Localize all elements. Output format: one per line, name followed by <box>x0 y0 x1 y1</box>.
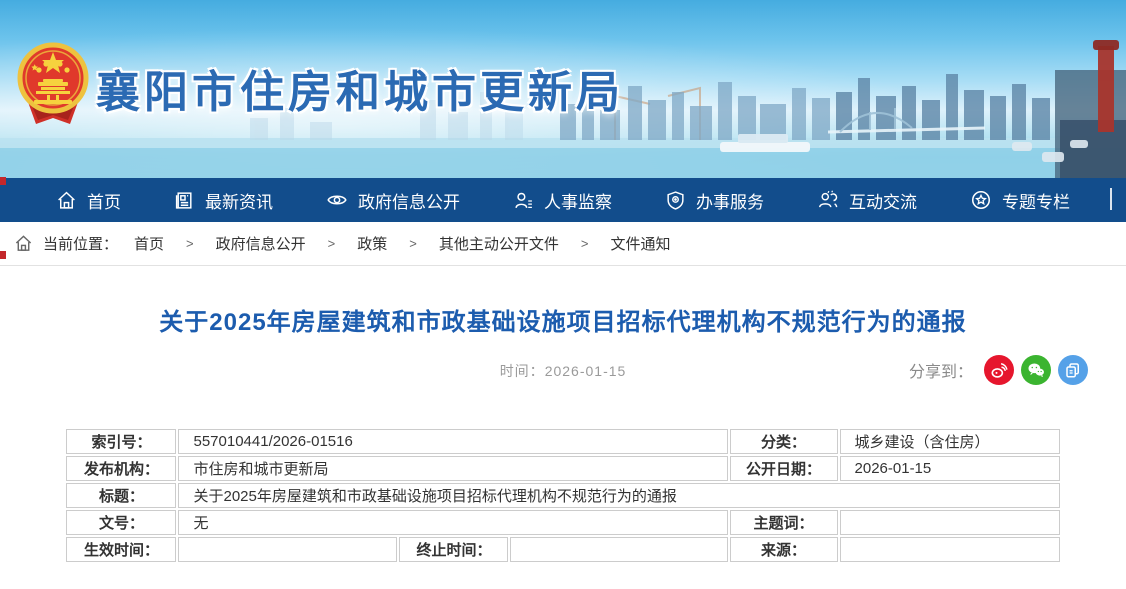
nav-label: 最新资讯 <box>205 188 273 213</box>
breadcrumb-separator: > <box>186 236 194 251</box>
effective-label: 生效时间： <box>66 537 176 562</box>
expiry-label: 终止时间： <box>399 537 508 562</box>
document-meta-table: 索引号： 557010441/2026-01516 分类： 城乡建设（含住房） … <box>64 427 1061 564</box>
keywords-label: 主题词： <box>730 510 838 535</box>
shield-icon <box>665 190 686 211</box>
keywords-value <box>840 510 1060 535</box>
source-label: 来源： <box>730 537 838 562</box>
pub-date-label: 公开日期： <box>730 456 838 481</box>
site-banner: 襄阳市住房和城市更新局 <box>0 0 1126 178</box>
publisher-value: 市住房和城市更新局 <box>178 456 727 481</box>
nav-label: 首页 <box>87 188 121 213</box>
nav-label: 互动交流 <box>849 188 917 213</box>
share-label: 分享到： <box>909 358 973 382</box>
eye-icon <box>326 189 348 211</box>
nav-item-interaction[interactable]: 互动交流 <box>817 188 917 213</box>
title-value: 关于2025年房屋建筑和市政基础设施项目招标代理机构不规范行为的通报 <box>178 483 1059 508</box>
nav-item-topics[interactable]: 专题专栏 <box>970 188 1070 213</box>
nav-item-gov-info[interactable]: 政府信息公开 <box>326 188 460 213</box>
nav-separator <box>1110 188 1112 210</box>
source-value <box>840 537 1060 562</box>
effective-value <box>178 537 397 562</box>
breadcrumb-label: 当前位置： <box>43 233 118 254</box>
nav-label: 政府信息公开 <box>358 188 460 213</box>
expiry-value <box>510 537 727 562</box>
article-meta-row: 时间：2026-01-15 分享到： <box>0 355 1126 387</box>
news-icon <box>174 190 195 211</box>
copy-icon[interactable] <box>1058 355 1088 385</box>
category-value: 城乡建设（含住房） <box>840 429 1060 454</box>
nav-item-personnel[interactable]: 人事监察 <box>513 188 612 213</box>
article: 关于2025年房屋建筑和市政基础设施项目招标代理机构不规范行为的通报 时间：20… <box>0 266 1126 564</box>
nav-label: 办事服务 <box>696 188 764 213</box>
page: 襄阳市住房和城市更新局 首页 最新资讯 <box>0 0 1126 589</box>
article-title: 关于2025年房屋建筑和市政基础设施项目招标代理机构不规范行为的通报 <box>0 302 1126 337</box>
table-row: 标题： 关于2025年房屋建筑和市政基础设施项目招标代理机构不规范行为的通报 <box>66 483 1059 508</box>
person-icon <box>513 190 534 211</box>
breadcrumb-separator: > <box>328 236 336 251</box>
table-row: 生效时间： 终止时间： 来源： <box>66 537 1059 562</box>
breadcrumb-item-gov-info[interactable]: 政府信息公开 <box>216 233 306 254</box>
time-label: 时间： <box>500 363 545 379</box>
nav-label: 专题专栏 <box>1002 188 1070 213</box>
nav-label: 人事监察 <box>544 188 612 213</box>
weibo-icon[interactable] <box>984 355 1014 385</box>
breadcrumb-item-home[interactable]: 首页 <box>134 233 164 254</box>
main-nav: 首页 最新资讯 政府信息公开 <box>0 178 1126 222</box>
star-circle-icon <box>970 189 992 211</box>
home-icon <box>56 190 77 211</box>
nav-item-services[interactable]: 办事服务 <box>665 188 764 213</box>
pub-date-value: 2026-01-15 <box>840 456 1060 481</box>
table-row: 索引号： 557010441/2026-01516 分类： 城乡建设（含住房） <box>66 429 1059 454</box>
breadcrumb-item-notices[interactable]: 文件通知 <box>610 233 670 254</box>
doc-no-label: 文号： <box>66 510 176 535</box>
breadcrumb: 当前位置： 首页 > 政府信息公开 > 政策 > 其他主动公开文件 > 文件通知 <box>0 222 1126 266</box>
table-row: 发布机构： 市住房和城市更新局 公开日期： 2026-01-15 <box>66 456 1059 481</box>
breadcrumb-home-icon <box>14 234 33 253</box>
red-edge-marker-1 <box>0 177 6 185</box>
wechat-icon[interactable] <box>1021 355 1051 385</box>
breadcrumb-item-other-docs[interactable]: 其他主动公开文件 <box>439 233 559 254</box>
doc-no-value: 无 <box>178 510 727 535</box>
title-label: 标题： <box>66 483 176 508</box>
nav-item-home[interactable]: 首页 <box>56 188 121 213</box>
category-label: 分类： <box>730 429 838 454</box>
time-value: 2026-01-15 <box>545 363 627 379</box>
breadcrumb-separator: > <box>409 236 417 251</box>
publisher-label: 发布机构： <box>66 456 176 481</box>
site-title: 襄阳市住房和城市更新局 <box>96 56 624 120</box>
breadcrumb-separator: > <box>581 236 589 251</box>
people-chat-icon <box>817 189 839 211</box>
nav-item-news[interactable]: 最新资讯 <box>174 188 273 213</box>
share-box: 分享到： <box>909 355 1088 385</box>
index-label: 索引号： <box>66 429 176 454</box>
breadcrumb-item-policy[interactable]: 政策 <box>357 233 387 254</box>
red-edge-marker-2 <box>0 251 6 259</box>
national-emblem <box>16 40 90 130</box>
table-row: 文号： 无 主题词： <box>66 510 1059 535</box>
index-value: 557010441/2026-01516 <box>178 429 727 454</box>
